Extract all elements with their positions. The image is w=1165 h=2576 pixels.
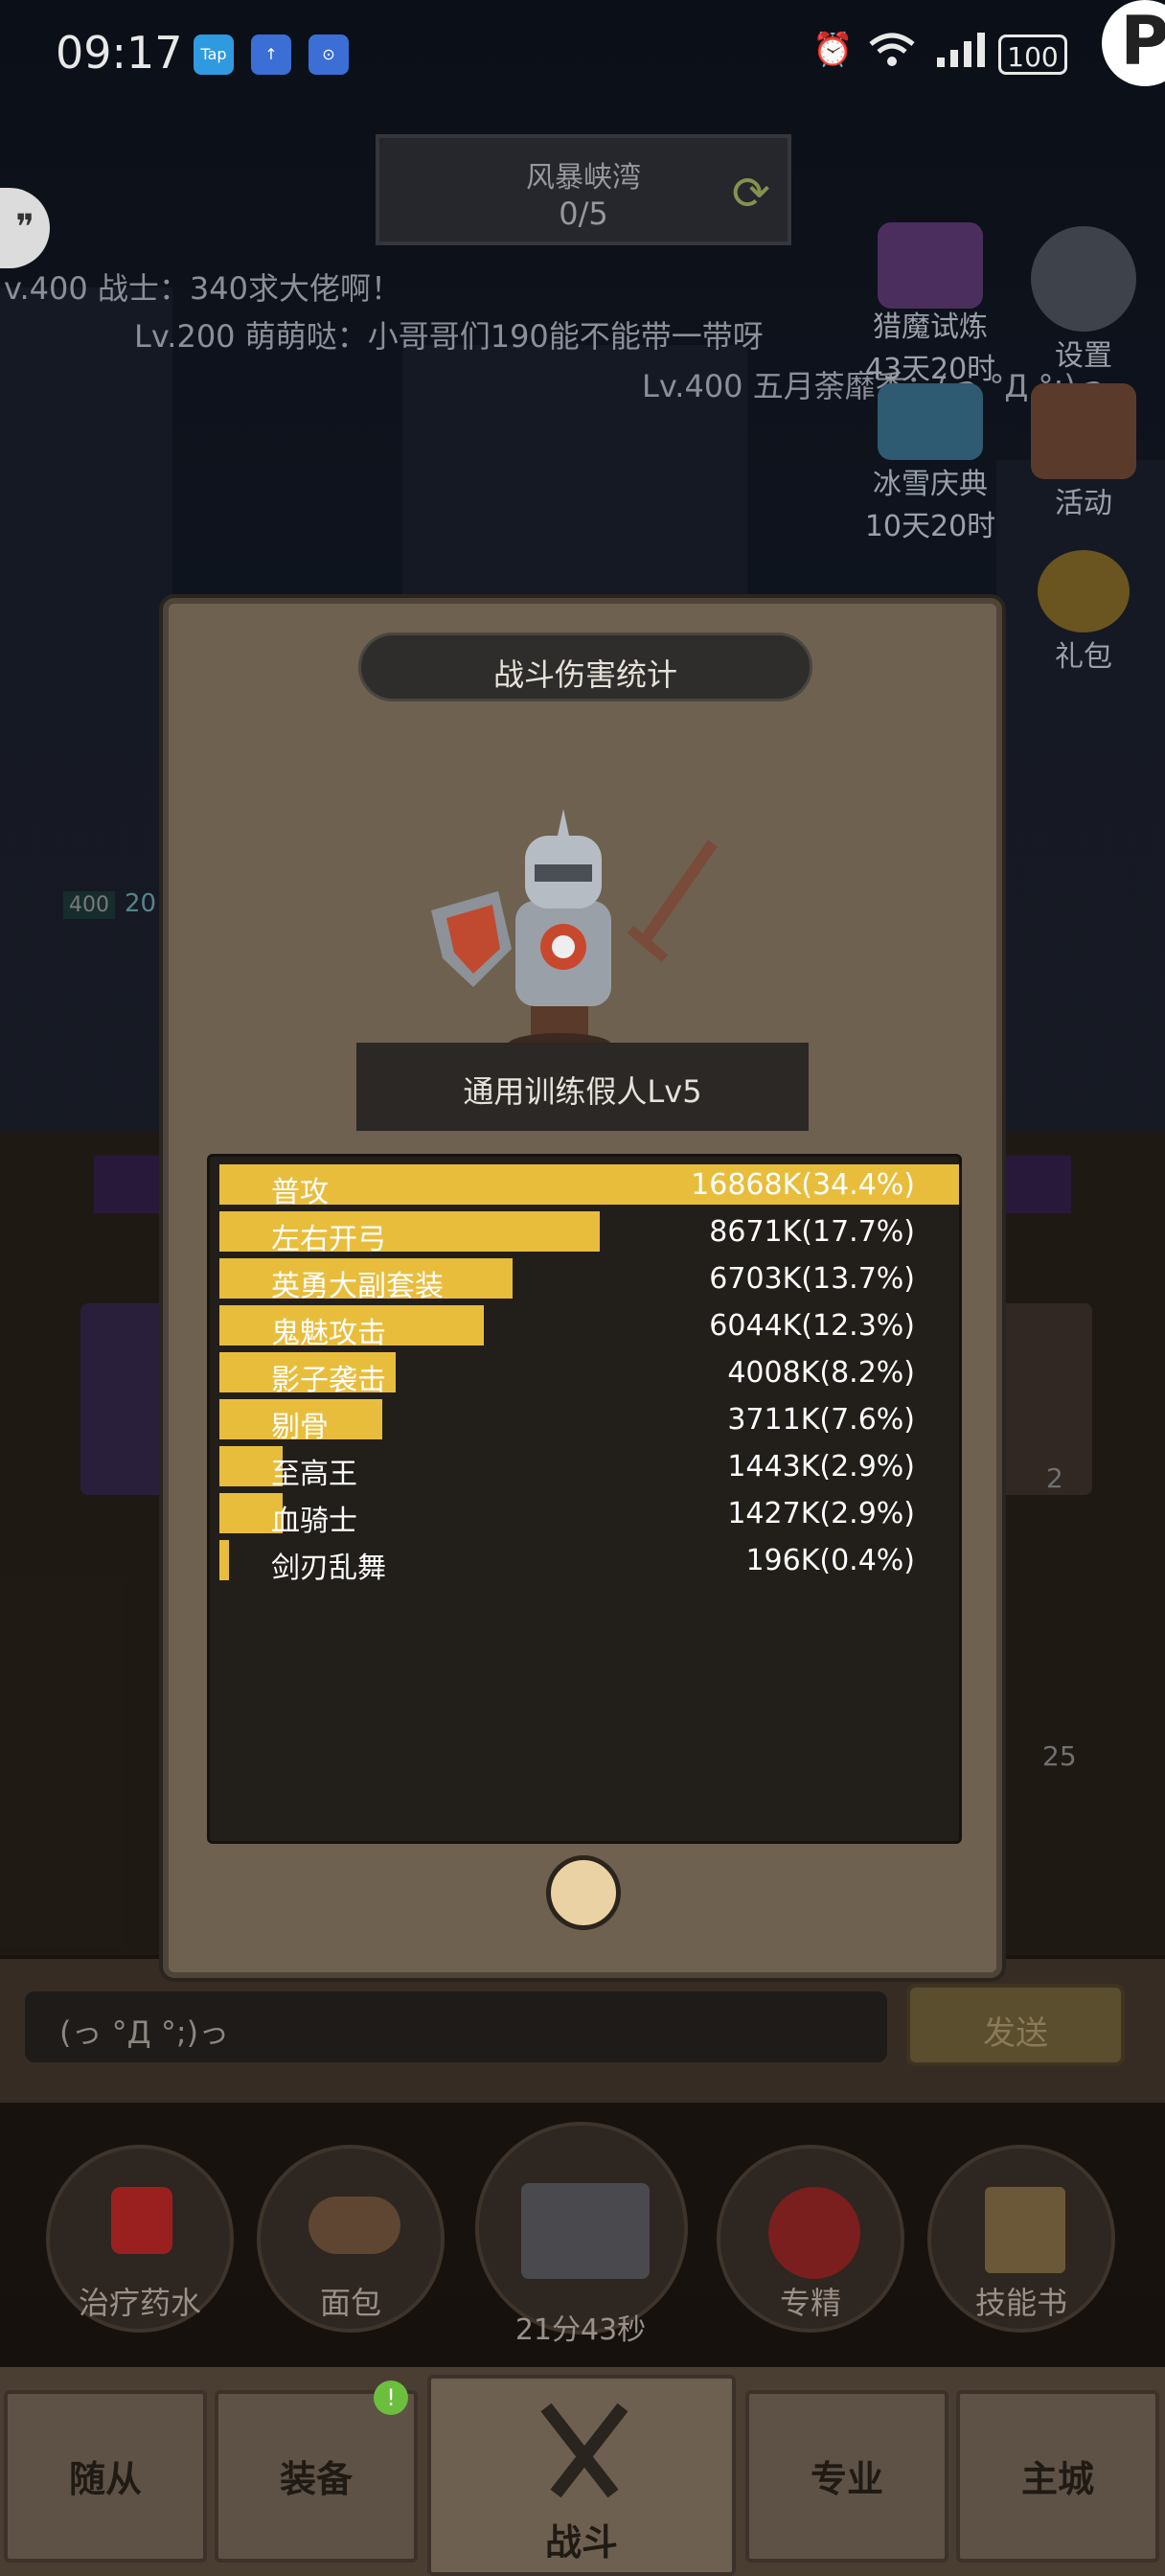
- close-button[interactable]: [546, 1855, 621, 1930]
- damage-row: 影子袭击 4008K(8.2%): [219, 1352, 963, 1397]
- damage-row: 左右开弓 8671K(17.7%): [219, 1211, 963, 1256]
- status-bar: 09:17 Tap ↑ ⊙ ⏰ 100 P: [0, 0, 1165, 113]
- clock: 09:17: [56, 27, 183, 79]
- chest-timer: 21分43秒: [514, 2313, 647, 2347]
- tab-label: 随从: [68, 2458, 142, 2500]
- zone-name: 风暴峡湾: [526, 161, 641, 195]
- events-button[interactable]: 活动: [1012, 383, 1155, 521]
- tab-profession[interactable]: 专业: [745, 2390, 948, 2563]
- gift-icon: [1038, 550, 1130, 632]
- signal-icon: [935, 31, 987, 78]
- damage-value: 1427K(2.9%): [727, 1497, 915, 1530]
- tab-label: 专业: [810, 2458, 883, 2500]
- damage-row: 普攻 16868K(34.4%): [219, 1164, 963, 1209]
- enemy-name: 通用训练假人Lv5: [463, 1073, 702, 1110]
- skill-name: 影子袭击: [271, 1364, 386, 1397]
- crossed-swords-icon: [537, 2398, 632, 2513]
- skill-name: 左右开弓: [271, 1223, 386, 1256]
- damage-value: 196K(0.4%): [745, 1544, 915, 1577]
- settings-label: 设置: [1055, 339, 1112, 373]
- monitor-icon: ⊙: [308, 34, 349, 75]
- skill-name: 血骑士: [271, 1505, 357, 1538]
- damage-stats-modal: 战斗伤害统计 通用训练假人Lv5 普攻 16868K(34.4%) 左右开弓 8671…: [163, 598, 1002, 1978]
- zone-panel[interactable]: 风暴峡湾 0/5 ⟳: [376, 134, 791, 245]
- damage-value: 6044K(12.3%): [709, 1309, 915, 1343]
- damage-row: 至高王 1443K(2.9%): [219, 1446, 963, 1491]
- book-icon: [985, 2187, 1065, 2273]
- ice-festival-timer: 10天20时: [864, 510, 996, 543]
- damage-row: 英勇大副套装 6703K(13.7%): [219, 1258, 963, 1303]
- specialization-label: 专精: [779, 2285, 841, 2321]
- upload-icon: ↑: [251, 34, 291, 75]
- specialization-icon: [768, 2187, 860, 2279]
- battery-indicator: 100: [998, 34, 1067, 75]
- chat-input[interactable]: (っ °Д °;)っ: [25, 1991, 887, 2062]
- skillbook-label: 技能书: [974, 2285, 1067, 2321]
- damage-row: 血骑士 1427K(2.9%): [219, 1493, 963, 1538]
- damage-value: 16868K(34.4%): [691, 1168, 915, 1202]
- events-label: 活动: [1055, 487, 1112, 520]
- damage-value: 3711K(7.6%): [727, 1403, 915, 1437]
- p-app-icon[interactable]: P: [1102, 0, 1165, 86]
- scroll-icon: [1031, 383, 1136, 479]
- chat-message: v.400 战士：340求大佬啊！: [4, 270, 401, 307]
- damage-row: 剑刃乱舞 196K(0.4%): [219, 1540, 963, 1585]
- bread-label: 面包: [319, 2285, 381, 2321]
- skill-name: 剑刃乱舞: [271, 1552, 386, 1585]
- send-button[interactable]: 发送: [906, 1984, 1125, 2066]
- zone-progress: 0/5: [559, 196, 608, 232]
- potion-label: 治疗药水: [78, 2285, 201, 2321]
- skill-name: 至高王: [271, 1458, 357, 1491]
- wifi-icon: [868, 31, 916, 78]
- tab-battle[interactable]: 战斗: [427, 2375, 736, 2576]
- modal-title: 战斗伤害统计: [492, 656, 677, 693]
- alarm-icon: ⏰: [812, 31, 854, 69]
- chat-input-text: (っ °Д °;)っ: [59, 2014, 230, 2051]
- skill-name: 剔骨: [271, 1411, 329, 1444]
- damage-bar: [219, 1540, 229, 1580]
- tab-label: 主城: [1020, 2458, 1094, 2500]
- hunt-trial-timer: 43天20时: [864, 353, 996, 386]
- chest-button[interactable]: [475, 2122, 688, 2334]
- damage-stats-panel: 普攻 16868K(34.4%) 左右开弓 8671K(17.7%) 英勇大副套装 670…: [207, 1154, 962, 1844]
- skill-name: 普攻: [271, 1176, 329, 1209]
- chat-message: Lv.200 萌萌哒：小哥哥们190能不能带一带呀: [134, 318, 764, 355]
- taptap-icon: Tap: [194, 34, 234, 75]
- chest-icon: [521, 2183, 650, 2279]
- damage-value: 4008K(8.2%): [727, 1356, 915, 1390]
- hunt-trial-button[interactable]: 猎魔试炼 43天20时: [858, 222, 1002, 387]
- gear-icon: [1031, 226, 1136, 332]
- enemy-name-bar: 通用训练假人Lv5: [356, 1043, 809, 1131]
- damage-value: 8671K(17.7%): [709, 1215, 915, 1249]
- wing-icon: [878, 222, 983, 309]
- potion-icon: [111, 2187, 172, 2254]
- bread-icon: [308, 2196, 400, 2254]
- damage-value: 6703K(13.7%): [709, 1262, 915, 1296]
- send-label: 发送: [983, 2014, 1048, 2053]
- damage-value: 1443K(2.9%): [727, 1450, 915, 1484]
- training-dummy-image: [425, 805, 732, 1056]
- settings-button[interactable]: 设置: [1012, 226, 1155, 374]
- notification-badge: !: [374, 2380, 408, 2415]
- gift-label: 礼包: [1055, 640, 1112, 674]
- tab-main-city[interactable]: 主城: [956, 2390, 1159, 2563]
- gift-button[interactable]: 礼包: [1012, 550, 1155, 675]
- skill-name: 英勇大副套装: [271, 1270, 444, 1303]
- tab-equipment[interactable]: 装备: [215, 2390, 418, 2563]
- ice-festival-label: 冰雪庆典: [873, 468, 988, 501]
- damage-row: 鬼魅攻击 6044K(12.3%): [219, 1305, 963, 1350]
- modal-header: 战斗伤害统计: [358, 632, 812, 702]
- skill-name: 鬼魅攻击: [271, 1317, 386, 1350]
- tab-label: 装备: [279, 2458, 353, 2500]
- hunt-trial-label: 猎魔试炼: [873, 310, 988, 344]
- snowflake-icon: [878, 383, 983, 460]
- tab-label: 战斗: [544, 2521, 618, 2564]
- ice-festival-button[interactable]: 冰雪庆典 10天20时: [858, 383, 1002, 544]
- damage-row: 剔骨 3711K(7.6%): [219, 1399, 963, 1444]
- tab-followers[interactable]: 随从: [4, 2390, 207, 2563]
- refresh-icon[interactable]: ⟳: [732, 167, 770, 220]
